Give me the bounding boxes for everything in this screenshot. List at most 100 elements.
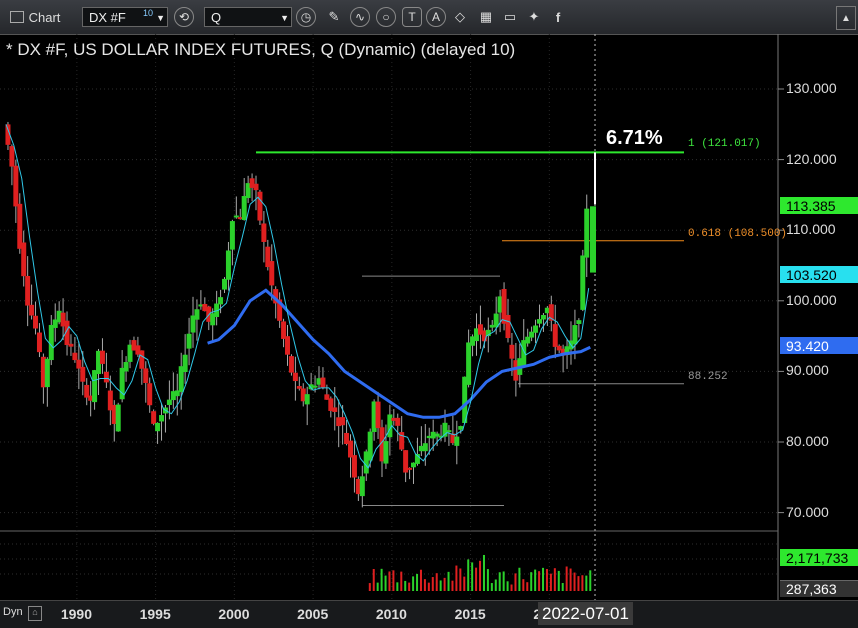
candle-body bbox=[383, 441, 389, 464]
volume-bar bbox=[518, 567, 521, 591]
symbol-input[interactable]: DX #F 10 ▼ bbox=[82, 7, 168, 27]
alert-icon[interactable]: A bbox=[426, 7, 446, 27]
candle-body bbox=[155, 422, 161, 432]
candle-body bbox=[375, 401, 381, 429]
fib-0618-label: 0.618 (108.500) bbox=[688, 228, 788, 240]
candle-body bbox=[407, 467, 413, 470]
candle-body bbox=[33, 315, 39, 329]
clock-icon[interactable]: ⟲ bbox=[174, 7, 194, 27]
candle-body bbox=[292, 372, 298, 382]
volume-bars bbox=[368, 554, 592, 591]
volume-bar bbox=[538, 571, 541, 591]
app-menu[interactable]: Chart bbox=[4, 6, 66, 28]
candle-body bbox=[186, 333, 192, 349]
x-tick-label: 2005 bbox=[297, 606, 329, 622]
volume-bar bbox=[581, 575, 584, 591]
y-tick-label: 100.000 bbox=[786, 291, 837, 308]
wave-icon[interactable]: ∿ bbox=[350, 7, 370, 27]
eraser-icon[interactable]: ◇ bbox=[450, 6, 470, 28]
chart-title: * DX #F, US DOLLAR INDEX FUTURES, Q (Dyn… bbox=[6, 40, 516, 59]
percent-change-label: 6.71% bbox=[606, 127, 663, 149]
reference-levels bbox=[256, 151, 684, 507]
volume-bar bbox=[427, 582, 430, 591]
volume-bar bbox=[463, 576, 466, 591]
facebook-icon[interactable]: f bbox=[548, 6, 568, 28]
x-tick-label: 2010 bbox=[375, 606, 407, 622]
y-tick-label: 70.000 bbox=[786, 503, 829, 520]
candle-body bbox=[466, 342, 472, 385]
chevron-down-icon[interactable]: ▼ bbox=[280, 13, 289, 23]
volume-bar bbox=[494, 579, 497, 591]
candle-body bbox=[99, 350, 105, 364]
candle-body bbox=[139, 350, 145, 369]
dyn-label: Dyn bbox=[3, 606, 23, 618]
time-axis: Dyn ⌂ bbox=[0, 600, 858, 628]
candle-body bbox=[257, 191, 263, 221]
volume-bar bbox=[400, 571, 403, 591]
indicator-icon[interactable]: ○ bbox=[376, 7, 396, 27]
candle-body bbox=[68, 343, 74, 347]
candle-body bbox=[269, 261, 275, 286]
candle-body bbox=[540, 314, 546, 320]
x-tick-label: 1990 bbox=[60, 606, 93, 622]
candle-body bbox=[525, 336, 531, 344]
candle-body bbox=[17, 203, 23, 249]
volume-bar bbox=[557, 570, 560, 591]
period-select[interactable]: Q ▼ bbox=[204, 7, 292, 27]
comment-icon[interactable]: ▭ bbox=[500, 6, 520, 28]
candle-body bbox=[123, 362, 129, 372]
pencil-icon[interactable]: ✎ bbox=[324, 6, 344, 28]
volume-bar bbox=[416, 573, 419, 591]
volume-bar bbox=[506, 581, 509, 591]
volume-bar bbox=[467, 559, 470, 591]
candle-body bbox=[182, 354, 188, 373]
volume-bar bbox=[431, 577, 434, 591]
candle-body bbox=[80, 366, 86, 382]
volume-bar bbox=[368, 583, 371, 591]
volume-bar bbox=[498, 572, 501, 591]
low-level-label: 88.252 bbox=[688, 371, 728, 383]
candle-body bbox=[312, 385, 318, 388]
chevron-down-icon[interactable]: ▼ bbox=[156, 13, 165, 23]
candle-body bbox=[395, 417, 401, 426]
y-tick-label: 110.000 bbox=[786, 221, 836, 238]
volume-tag: 2,171,733 bbox=[780, 549, 858, 566]
candle-body bbox=[584, 208, 590, 258]
candle-body bbox=[446, 430, 452, 433]
y-tick-label: 80.000 bbox=[786, 433, 829, 449]
candle-body bbox=[115, 404, 121, 432]
text-icon[interactable]: T bbox=[402, 7, 422, 27]
volume-bar bbox=[553, 568, 556, 591]
candle-body bbox=[194, 309, 200, 320]
y-tick-label: 130.000 bbox=[786, 80, 837, 96]
y-tick-label: 90.000 bbox=[786, 362, 829, 379]
candle-body bbox=[288, 356, 294, 373]
volume-bar bbox=[376, 582, 379, 591]
volume-bar bbox=[384, 575, 387, 591]
candle-body bbox=[576, 320, 582, 324]
volume-bar bbox=[589, 570, 592, 591]
candle-body bbox=[92, 370, 98, 403]
volume-bar bbox=[419, 569, 422, 591]
price-chart[interactable] bbox=[0, 34, 858, 600]
toolbar: Chart DX #F 10 ▼ ⟲ Q ▼ ◷ ✎ ∿ ○ T A ◇ ▦ ▭… bbox=[0, 0, 858, 35]
volume-bar bbox=[423, 579, 426, 591]
candle-body bbox=[218, 297, 224, 305]
candle-body bbox=[151, 411, 157, 424]
volume-bar bbox=[455, 565, 458, 591]
candle-body bbox=[505, 314, 511, 339]
candle-body bbox=[147, 383, 153, 406]
candle-body bbox=[166, 399, 172, 405]
volume-bar bbox=[479, 560, 482, 591]
candle-body bbox=[25, 275, 31, 306]
candle-body bbox=[351, 455, 357, 478]
volume-bar bbox=[408, 582, 411, 591]
scroll-up-icon[interactable]: ▲ bbox=[836, 6, 856, 30]
twitter-icon[interactable]: ✦ bbox=[524, 6, 544, 28]
ma-slow-line bbox=[207, 288, 591, 419]
grid-icon[interactable]: ▦ bbox=[476, 6, 496, 28]
volume-bar bbox=[435, 573, 438, 591]
history-icon[interactable]: ◷ bbox=[296, 7, 316, 27]
volume-bar bbox=[380, 568, 383, 591]
lock-icon[interactable]: ⌂ bbox=[28, 606, 42, 621]
